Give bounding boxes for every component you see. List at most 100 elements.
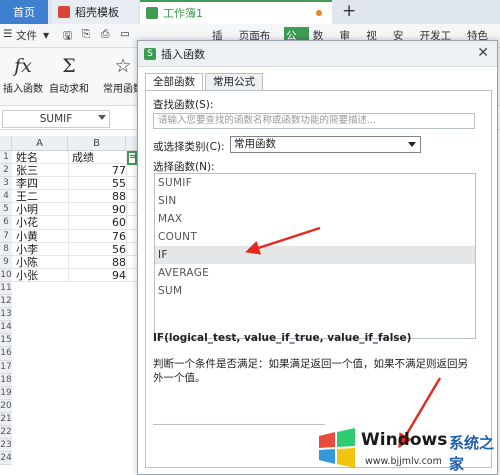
row-header[interactable]: 11	[0, 281, 12, 296]
insert-function-button[interactable]: fx 插入函数	[0, 52, 46, 95]
row-header[interactable]: 3	[0, 177, 12, 191]
active-cell[interactable]: =	[127, 151, 137, 165]
row-header[interactable]: 10	[0, 268, 12, 282]
chevron-down-icon[interactable]	[98, 115, 106, 120]
row-headers: 1 2 3 4 5 6 7 8 9 10 11 12 13 14 15 16 1…	[0, 151, 12, 466]
sheet-grid: A B 1 2 3 4 5 6 7 8 9 10 11 12 13 14 15 …	[0, 136, 140, 475]
cell[interactable]: 王二	[16, 190, 68, 203]
search-input[interactable]: 请输入您要查找的函数名称或函数功能的简要描述...	[153, 113, 475, 129]
sheet-logo-icon: S	[144, 47, 156, 60]
tab-all-functions[interactable]: 全部函数	[145, 73, 203, 91]
chevron-down-icon[interactable]	[408, 142, 416, 147]
cell[interactable]: 94	[72, 269, 126, 282]
cell[interactable]: 77	[72, 164, 126, 177]
row-header[interactable]: 5	[0, 203, 12, 217]
tab-template[interactable]: 稻壳模板	[52, 0, 138, 24]
tab-common-formulas[interactable]: 常用公式	[205, 73, 263, 91]
cell[interactable]: 56	[72, 243, 126, 256]
row-header[interactable]: 13	[0, 308, 12, 322]
table-row: 小李 56	[12, 243, 140, 256]
select-all-corner[interactable]	[0, 136, 12, 151]
new-tab-button[interactable]: +	[342, 1, 356, 21]
sheet-logo-icon	[146, 7, 158, 19]
category-select[interactable]: 常用函数	[230, 136, 421, 153]
file-menu[interactable]: 文件	[16, 28, 37, 43]
divider	[153, 424, 325, 425]
cell[interactable]: 76	[72, 230, 126, 243]
row-header[interactable]: 24	[0, 452, 12, 466]
row-header[interactable]: 21	[0, 412, 12, 426]
cell[interactable]: 李四	[16, 177, 68, 190]
function-description: 判断一个条件是否满足：如果满足返回一个值，如果不满足则返回另外一个值。	[153, 358, 468, 384]
insert-function-label: 插入函数	[3, 84, 43, 95]
row-header[interactable]: 1	[0, 151, 12, 165]
row-header[interactable]: 7	[0, 229, 12, 243]
cell[interactable]: 90	[72, 203, 126, 216]
function-signature: IF(logical_test, value_if_true, value_if…	[153, 332, 412, 344]
cell[interactable]: 小黄	[16, 230, 68, 243]
table-row: 王二 88	[12, 190, 140, 204]
row-header[interactable]: 18	[0, 373, 12, 387]
autosum-label: 自动求和	[49, 84, 89, 95]
column-headers: A B	[0, 136, 140, 151]
cell[interactable]: 小花	[16, 216, 68, 229]
row-header[interactable]: 8	[0, 242, 12, 256]
print-icon[interactable]: ⎙	[101, 28, 109, 41]
name-box[interactable]: SUMIF	[2, 110, 110, 128]
menu-icon[interactable]: ☰	[3, 28, 12, 40]
list-item[interactable]: MAX	[155, 210, 475, 228]
list-item[interactable]: AVERAGE	[155, 264, 475, 282]
close-icon[interactable]: ✕	[477, 45, 489, 61]
row-header[interactable]: 15	[0, 334, 12, 348]
cell[interactable]: 60	[72, 216, 126, 229]
row-header[interactable]: 22	[0, 425, 12, 440]
cell[interactable]: 姓名	[16, 151, 68, 164]
cell[interactable]: 55	[72, 177, 126, 190]
row-header[interactable]: 6	[0, 216, 12, 230]
export-icon[interactable]: ⎘	[82, 28, 90, 41]
row-header[interactable]: 4	[0, 190, 12, 204]
row-header[interactable]: 16	[0, 347, 12, 361]
row-header[interactable]: 19	[0, 386, 12, 400]
autosum-button[interactable]: Σ 自动求和	[46, 52, 92, 95]
list-item[interactable]: SIN	[155, 192, 475, 210]
name-box-value: SUMIF	[39, 113, 73, 125]
tab-workbook[interactable]: 工作簿1	[140, 0, 332, 24]
cell[interactable]: 88	[72, 256, 126, 269]
watermark-brand: Windows	[361, 430, 448, 450]
fx-icon: fx	[14, 55, 32, 77]
tab-home[interactable]: 首页	[0, 0, 48, 24]
preview-icon[interactable]: ▭	[120, 28, 130, 40]
cell[interactable]: 小明	[16, 203, 68, 216]
cell[interactable]: 小张	[16, 269, 68, 282]
list-item[interactable]: SUM	[155, 282, 475, 300]
save-icon[interactable]: 🖫	[63, 28, 72, 46]
cell[interactable]: 成绩	[72, 151, 126, 164]
column-header-a[interactable]: A	[12, 136, 68, 151]
list-item[interactable]: COUNT	[155, 228, 475, 246]
cell[interactable]: 小陈	[16, 256, 68, 269]
row-header[interactable]: 12	[0, 295, 12, 309]
category-value: 常用函数	[234, 138, 276, 150]
watermark-cn: 系统之家	[449, 434, 495, 473]
dialog-body: 查找函数(S): 请输入您要查找的函数名称或函数功能的简要描述... 或选择类别…	[145, 90, 492, 468]
cell[interactable]: 88	[72, 190, 126, 203]
tab-home-label: 首页	[13, 6, 35, 19]
function-list[interactable]: SUMIF SIN MAX COUNT IF AVERAGE SUM	[154, 173, 476, 339]
tab-workbook-label: 工作簿1	[163, 7, 203, 20]
table-row: 小黄 76	[12, 230, 140, 243]
cell[interactable]: 小李	[16, 243, 68, 256]
chevron-down-icon[interactable]: ▼	[43, 31, 49, 40]
cell[interactable]: 张三	[16, 164, 68, 177]
column-header-b[interactable]: B	[68, 136, 126, 151]
insert-function-dialog: S 插入函数 ✕ 全部函数 常用公式 查找函数(S): 请输入您要查找的函数名称…	[137, 40, 498, 475]
list-item-selected[interactable]: IF	[155, 246, 475, 264]
row-header[interactable]: 17	[0, 360, 12, 374]
watermark-url: www.bjjmlv.com	[365, 456, 442, 467]
row-header[interactable]: 23	[0, 439, 12, 453]
row-header[interactable]: 14	[0, 321, 12, 335]
row-header[interactable]: 2	[0, 164, 12, 178]
row-header[interactable]: 20	[0, 399, 12, 413]
list-item[interactable]: SUMIF	[155, 174, 475, 192]
row-header[interactable]: 9	[0, 255, 12, 269]
